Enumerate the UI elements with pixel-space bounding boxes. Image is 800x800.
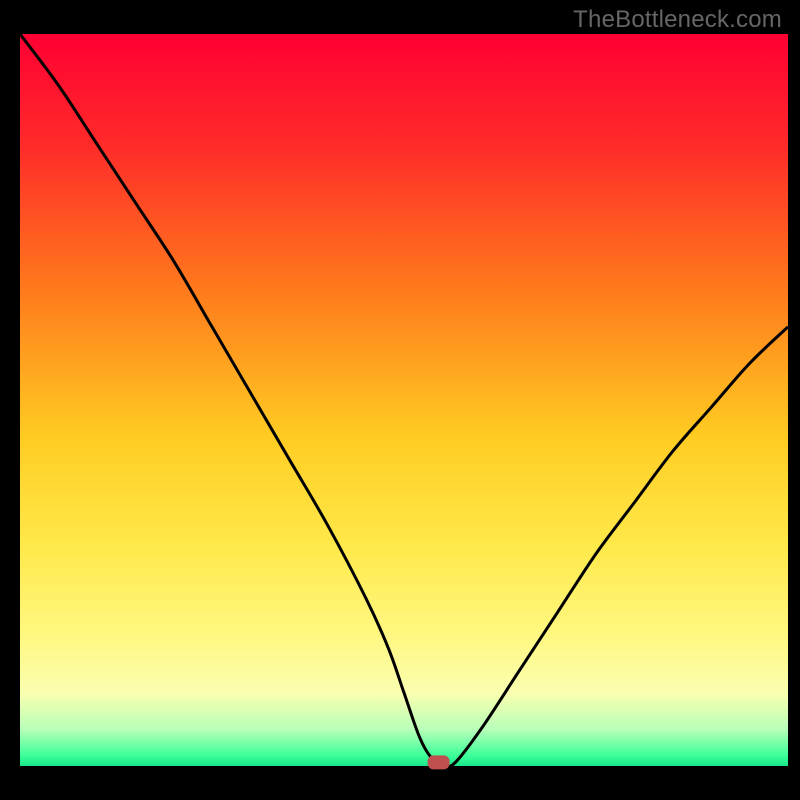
chart-container: TheBottleneck.com [0,0,800,800]
optimal-marker [428,755,450,769]
plot-background [20,34,788,766]
watermark-text: TheBottleneck.com [573,6,782,34]
bottleneck-chart [0,0,800,800]
